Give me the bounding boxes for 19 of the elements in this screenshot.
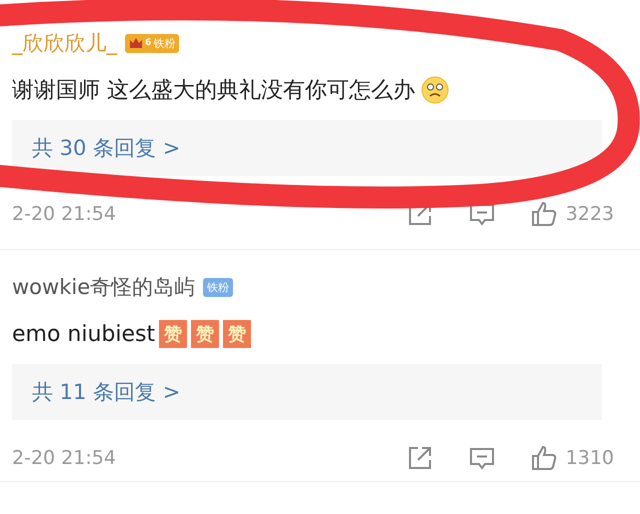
comment-text: 谢谢国师 这么盛大的典礼没有你可怎么办 bbox=[12, 77, 415, 105]
praise-sticker: 赞 bbox=[191, 320, 220, 348]
like-count: 3223 bbox=[566, 203, 614, 225]
replies-link[interactable]: 共 11 条回复 > bbox=[32, 378, 180, 406]
comment-text: emo niubiest bbox=[12, 322, 156, 346]
like-icon[interactable] bbox=[530, 200, 558, 228]
author-name[interactable]: wowkie奇怪的岛屿 bbox=[12, 273, 196, 301]
author-name[interactable]: _欣欣欣儿_ bbox=[12, 29, 117, 57]
sad-face-icon bbox=[421, 76, 449, 104]
fan-badge: 铁粉 bbox=[203, 278, 234, 296]
fan-badge: 6 铁粉 bbox=[125, 34, 180, 52]
like-count: 1310 bbox=[566, 447, 614, 469]
praise-sticker: 赞 bbox=[159, 320, 188, 348]
crown-icon bbox=[129, 37, 143, 49]
replies-link[interactable]: 共 30 条回复 > bbox=[32, 134, 180, 162]
comment-time: 2-20 21:54 bbox=[12, 203, 117, 225]
comment-time: 2-20 21:54 bbox=[12, 447, 117, 469]
praise-sticker: 赞 bbox=[223, 320, 252, 348]
like-icon[interactable] bbox=[530, 444, 558, 472]
